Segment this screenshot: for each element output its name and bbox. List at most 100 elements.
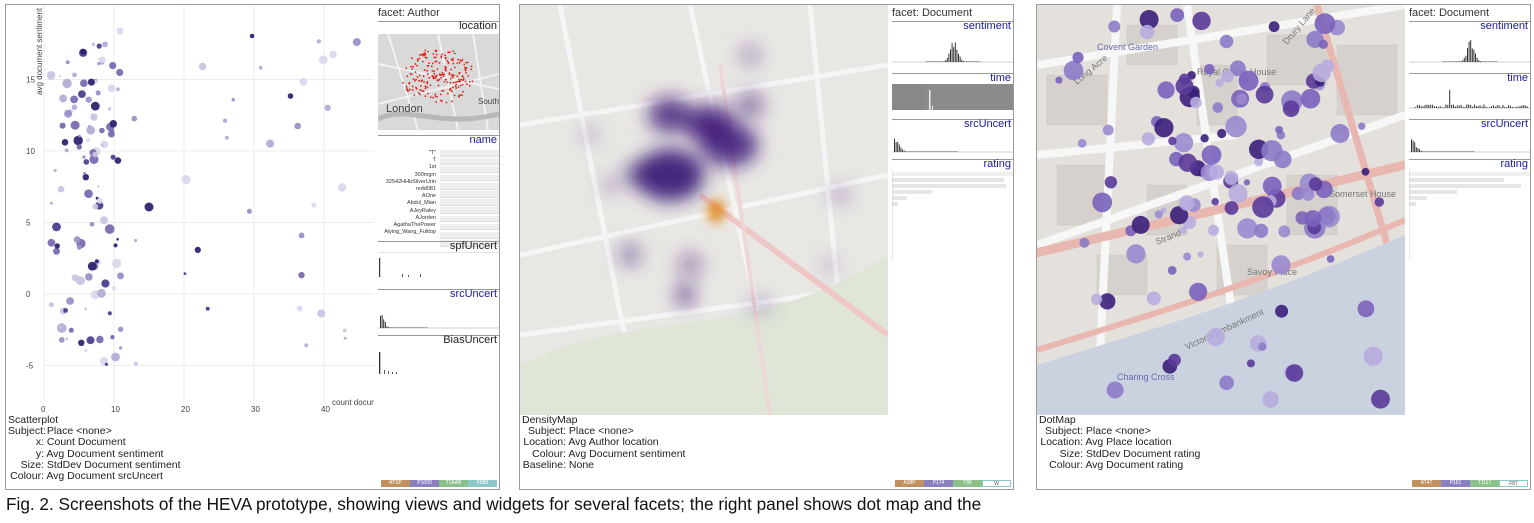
- scatter-point[interactable]: [183, 272, 187, 275]
- size-setting[interactable]: StdDev Document sentiment: [47, 459, 181, 471]
- scatter-point[interactable]: [104, 224, 115, 234]
- time-widget[interactable]: time: [1409, 72, 1530, 114]
- scatter-point[interactable]: [58, 74, 62, 78]
- map-dot[interactable]: [1215, 78, 1224, 87]
- name-list[interactable]: "T" T 1st 300mgm 32542HHbSilverUrin redd081 AO…: [378, 150, 436, 236]
- scatter-point[interactable]: [110, 335, 115, 340]
- time-histogram[interactable]: [1409, 82, 1530, 112]
- scatter-point[interactable]: [116, 87, 120, 92]
- scatter-point[interactable]: [58, 337, 65, 343]
- srcuncert-widget[interactable]: srcUncert: [892, 118, 1013, 156]
- map-dot[interactable]: [1104, 176, 1118, 189]
- scatter-point[interactable]: [329, 50, 337, 59]
- map-dot[interactable]: [1237, 218, 1258, 239]
- scatter-point[interactable]: [97, 62, 101, 66]
- map-dot[interactable]: [1106, 381, 1124, 399]
- subject-setting[interactable]: Place <none>: [1086, 425, 1151, 437]
- map-dot[interactable]: [1079, 237, 1090, 248]
- name-list-item[interactable]: T: [378, 157, 436, 164]
- dotmap-view[interactable]: Covent Garden Royal Opera House Somerset…: [1037, 5, 1405, 415]
- scatter-point[interactable]: [72, 72, 77, 78]
- map-dot[interactable]: [1271, 255, 1291, 275]
- scatter-point[interactable]: [86, 138, 91, 143]
- map-dot[interactable]: [1179, 73, 1190, 85]
- scatter-point[interactable]: [77, 134, 81, 138]
- scatter-point[interactable]: [287, 93, 294, 99]
- scatter-point[interactable]: [111, 258, 122, 269]
- scatter-point[interactable]: [53, 168, 57, 173]
- map-dot[interactable]: [1361, 167, 1370, 176]
- map-dot[interactable]: [1308, 177, 1323, 191]
- location-widget[interactable]: location London South: [378, 20, 499, 132]
- scatter-point[interactable]: [116, 68, 124, 77]
- scatter-point[interactable]: [113, 243, 118, 248]
- subject-setting[interactable]: Place <none>: [569, 425, 634, 437]
- map-dot[interactable]: [1225, 115, 1247, 138]
- scatter-point[interactable]: [92, 203, 99, 210]
- time-histogram[interactable]: [892, 82, 1013, 112]
- scatter-point[interactable]: [319, 55, 328, 65]
- map-dot[interactable]: [1183, 252, 1192, 261]
- scatter-point[interactable]: [71, 104, 78, 110]
- map-dot[interactable]: [1236, 93, 1247, 105]
- scatter-point[interactable]: [47, 238, 56, 247]
- map-dot[interactable]: [1190, 96, 1202, 109]
- scatter-point[interactable]: [99, 127, 105, 134]
- scatter-point[interactable]: [311, 202, 317, 208]
- map-dot[interactable]: [1252, 196, 1274, 218]
- scatter-point[interactable]: [96, 197, 103, 204]
- scatter-point[interactable]: [64, 148, 69, 153]
- scatter-point[interactable]: [198, 62, 207, 71]
- scatter-point[interactable]: [73, 135, 83, 146]
- map-dot[interactable]: [1318, 39, 1328, 49]
- scatter-point[interactable]: [76, 244, 82, 250]
- srcuncert-widget[interactable]: srcUncert: [378, 288, 499, 330]
- scatter-point[interactable]: [107, 107, 112, 111]
- name-list-item[interactable]: 1st: [378, 164, 436, 171]
- scatter-point[interactable]: [53, 247, 60, 255]
- location-setting[interactable]: Avg Place location: [1085, 436, 1171, 448]
- scatter-point[interactable]: [97, 288, 106, 298]
- scatter-point[interactable]: [324, 104, 331, 112]
- map-dot[interactable]: [1170, 8, 1185, 22]
- scatter-point[interactable]: [85, 273, 93, 281]
- map-dot[interactable]: [1374, 197, 1384, 207]
- scatter-point[interactable]: [133, 238, 138, 243]
- spfuncert-histogram[interactable]: [378, 252, 499, 280]
- scatter-point[interactable]: [63, 308, 68, 313]
- map-dot[interactable]: [1224, 201, 1239, 215]
- map-dot[interactable]: [1208, 164, 1224, 180]
- spfuncert-widget[interactable]: spfUncert: [378, 240, 499, 280]
- scatter-point[interactable]: [231, 98, 235, 102]
- scatter-point[interactable]: [84, 348, 88, 352]
- scatter-point[interactable]: [99, 56, 106, 63]
- map-dot[interactable]: [1358, 122, 1366, 130]
- scatter-point[interactable]: [225, 135, 229, 140]
- scatterplot-view[interactable]: 010203040151050-5count documentavg docum…: [6, 5, 374, 415]
- name-list-item[interactable]: 32542HHbSilverUrin: [378, 179, 436, 186]
- scatter-point[interactable]: [144, 202, 154, 212]
- name-list-item[interactable]: AgathaThePower: [378, 222, 437, 229]
- scatter-point[interactable]: [91, 42, 96, 47]
- scatter-point[interactable]: [87, 78, 95, 86]
- scatter-point[interactable]: [92, 151, 98, 158]
- subject-setting[interactable]: Place <none>: [47, 425, 112, 437]
- map-dot[interactable]: [1200, 134, 1209, 143]
- name-list-item[interactable]: AJeyRaley: [378, 208, 436, 215]
- map-dot[interactable]: [1131, 215, 1150, 234]
- scatter-point[interactable]: [78, 339, 85, 346]
- scatter-point[interactable]: [89, 221, 95, 227]
- scatter-point[interactable]: [114, 157, 122, 164]
- map-dot[interactable]: [1204, 64, 1215, 75]
- scatter-point[interactable]: [117, 272, 124, 280]
- scatter-point[interactable]: [133, 361, 138, 366]
- map-dot[interactable]: [1357, 300, 1375, 318]
- scatter-point[interactable]: [95, 90, 101, 96]
- map-dot[interactable]: [1254, 223, 1269, 238]
- map-dot[interactable]: [1363, 346, 1383, 366]
- map-dot[interactable]: [1246, 359, 1255, 368]
- scatter-point[interactable]: [82, 155, 86, 159]
- map-dot[interactable]: [1312, 63, 1331, 83]
- scatter-point[interactable]: [73, 236, 81, 244]
- scatter-point[interactable]: [299, 77, 308, 86]
